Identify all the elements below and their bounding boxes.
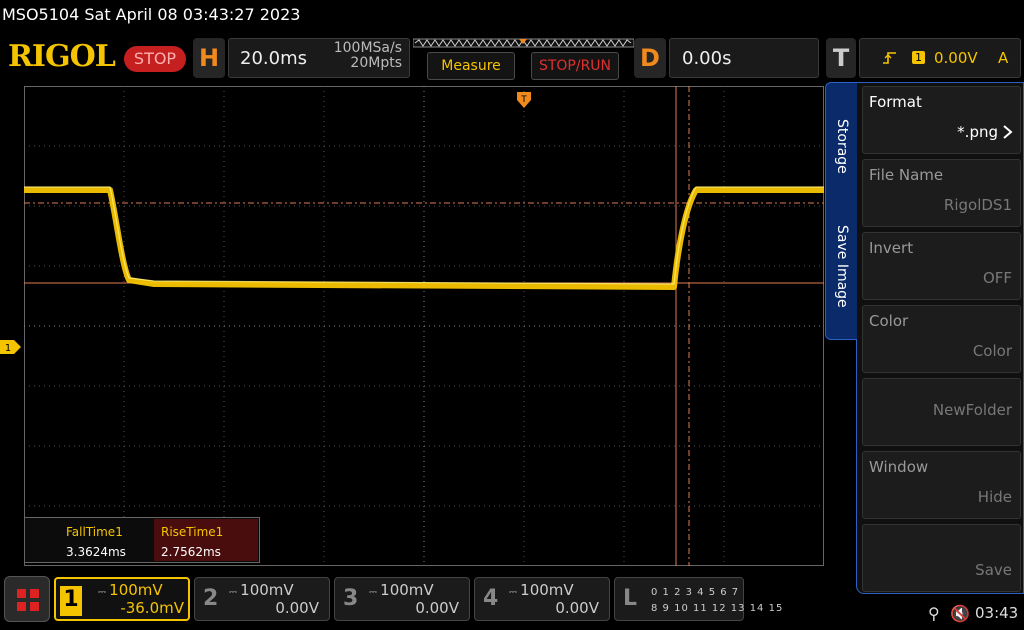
menu-item-value: Color (972, 342, 1012, 360)
menu-item-title: Format (869, 93, 922, 111)
ch2-panel[interactable]: 2 ⎓ 100mV 0.00V (194, 577, 330, 621)
menu-item-value: OFF (982, 269, 1012, 287)
logic-panel[interactable]: L 0 1 2 3 4 5 6 7 8 9 10 11 12 13 14 15 (614, 577, 782, 621)
trigger-level: 0.00V (934, 49, 978, 67)
rise-time-label: RiseTime1 (161, 525, 224, 539)
trigger-menu-button[interactable]: T (826, 38, 856, 78)
menu-item-window[interactable]: Window Hide (862, 451, 1021, 519)
menu-item-value: *.png (957, 123, 998, 141)
dc-coupling-icon: ⎓ (369, 587, 381, 598)
dc-coupling-icon: ⎓ (509, 587, 521, 598)
ch2-number: 2 (203, 586, 219, 611)
ch4-scale: 100mV (520, 581, 574, 599)
horizontal-menu-button[interactable]: H (193, 38, 225, 78)
delay-menu-button[interactable]: D (634, 38, 666, 78)
chevron-right-icon (1003, 125, 1013, 139)
logic-letter: L (623, 586, 638, 611)
ch3-scale: 100mV (380, 581, 434, 599)
menu-item-value: RigolDS1 (943, 196, 1012, 214)
ch3-number: 3 (343, 586, 359, 611)
menu-item-save[interactable]: Save (862, 524, 1021, 592)
ch3-panel[interactable]: 3 ⎓ 100mV 0.00V (334, 577, 470, 621)
tab-storage[interactable]: Storage (826, 101, 858, 191)
ch4-number: 4 (483, 586, 499, 611)
menu-item-new-folder[interactable]: NewFolder (862, 378, 1021, 446)
fall-time-value: 3.3624ms (66, 545, 126, 559)
sidebar-tabs[interactable]: Storage Save Image (825, 82, 857, 340)
speaker-muted-icon[interactable]: 🔇 (950, 604, 970, 623)
ch1-scale-value: 100mV (109, 581, 163, 599)
tab-save-image[interactable]: Save Image (826, 211, 858, 321)
menu-item-title: Invert (869, 239, 914, 257)
logic-digits-row2: 8 9 10 11 12 13 14 15 (651, 603, 784, 614)
measure-button[interactable]: Measure (427, 52, 515, 80)
memory-timeline (413, 38, 634, 48)
ch4-panel[interactable]: 4 ⎓ 100mV 0.00V (474, 577, 610, 621)
rise-time-value: 2.7562ms (161, 545, 221, 559)
run-state-badge[interactable]: STOP (124, 46, 186, 72)
stop-run-button[interactable]: STOP/RUN (531, 52, 619, 80)
logic-digits-row1: 0 1 2 3 4 5 6 7 (651, 587, 740, 598)
rising-edge-icon (883, 52, 896, 64)
dc-coupling-icon: ⎓ (98, 587, 110, 598)
menu-item-format[interactable]: Format *.png (862, 86, 1021, 154)
waveform-display[interactable]: T (24, 86, 824, 566)
delay-value: 0.00s (682, 48, 732, 69)
rigol-logo: RIGOL (8, 39, 116, 74)
memory-depth: 20Mpts (350, 55, 402, 71)
menu-item-title: Window (869, 458, 929, 476)
menu-item-invert[interactable]: Invert OFF (862, 232, 1021, 300)
ch4-offset: 0.00V (555, 599, 599, 617)
fall-time-label: FallTime1 (66, 525, 123, 539)
trigger-source-badge: 1 (912, 51, 925, 64)
svg-text:T: T (520, 95, 527, 105)
ch1-number: 1 (60, 586, 82, 616)
menu-item-color[interactable]: Color Color (862, 305, 1021, 373)
ch1-marker-label: 1 (5, 343, 11, 354)
ch2-scale: 100mV (240, 581, 294, 599)
menu-item-title: Color (869, 312, 909, 330)
status-clock: 03:43 (975, 604, 1019, 622)
ch2-offset: 0.00V (275, 599, 319, 617)
sample-rate: 100MSa/s (333, 40, 402, 56)
menu-item-title: File Name (869, 166, 944, 184)
grid-menu-icon (17, 589, 39, 611)
menu-item-value: Hide (977, 488, 1012, 506)
menu-item-value: NewFolder (932, 401, 1012, 419)
ch1-offset-marker[interactable]: 1 (0, 340, 22, 354)
dc-coupling-icon: ⎓ (229, 587, 241, 598)
window-title: MSO5104 Sat April 08 03:43:27 2023 (2, 5, 301, 24)
main-menu-button[interactable] (4, 576, 50, 622)
trigger-mode: A (998, 49, 1009, 67)
usb-icon: ⚲ (928, 604, 940, 623)
ch3-offset: 0.00V (415, 599, 459, 617)
graticule (24, 86, 824, 566)
ch1-offset: -36.0mV (120, 599, 184, 617)
menu-item-file-name[interactable]: File Name RigolDS1 (862, 159, 1021, 227)
acquisition-info: 100MSa/s 20Mpts (318, 41, 402, 71)
trigger-position-marker: T (517, 92, 531, 108)
menu-item-value: Save (975, 561, 1012, 579)
timebase-value: 20.0ms (240, 48, 307, 69)
